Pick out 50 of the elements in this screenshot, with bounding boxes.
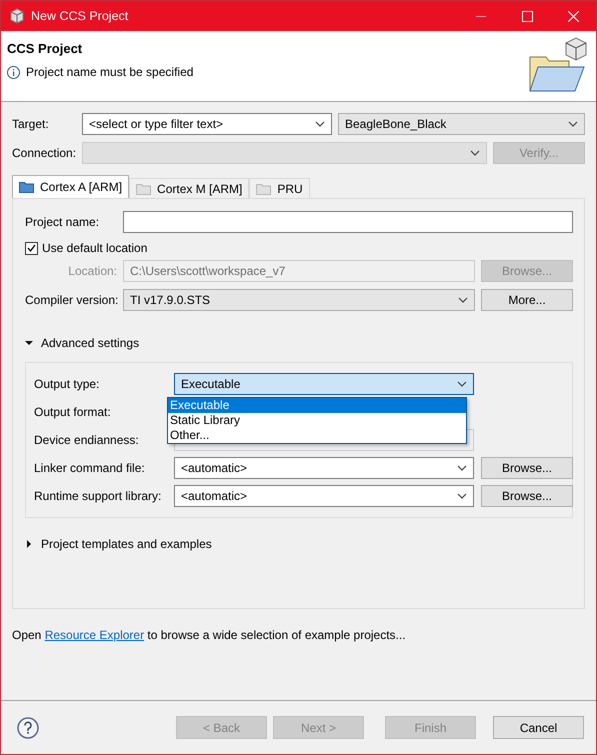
folder-icon	[136, 182, 152, 194]
help-icon[interactable]	[17, 716, 39, 738]
folder-icon	[19, 181, 34, 193]
target-filter-combo[interactable]: <select or type filter text>	[82, 113, 332, 135]
templates-toggle[interactable]: Project templates and examples	[25, 537, 573, 551]
board-combo[interactable]: BeagleBone_Black	[338, 113, 585, 135]
dropdown-field[interactable]: <automatic>	[174, 457, 474, 479]
dropdown-option[interactable]: Executable	[168, 398, 466, 413]
chevron-down-icon	[470, 150, 480, 156]
help-text: Open Resource Explorer to browse a wide selection of example projects...	[12, 628, 407, 642]
dialog-button[interactable]: Cancel	[493, 716, 584, 739]
location-label: Location:	[67, 264, 117, 278]
field-label: Output format:	[34, 405, 112, 419]
field-label: Linker command file:	[34, 461, 146, 475]
dropdown-field[interactable]: Executable	[174, 373, 474, 395]
chevron-down-icon	[457, 381, 467, 387]
chevron-down-icon	[568, 121, 578, 127]
maximize-icon	[522, 10, 532, 22]
target-label: Target:	[12, 117, 50, 131]
more-button[interactable]: More...	[481, 289, 573, 311]
chevron-down-icon	[457, 465, 467, 471]
advanced-settings-toggle[interactable]: Advanced settings	[25, 336, 573, 350]
folder-icon	[256, 182, 272, 194]
close-icon	[568, 10, 578, 22]
dropdown-option[interactable]: Other...	[168, 428, 466, 443]
tab[interactable]: Cortex M [ARM]	[129, 178, 250, 198]
browse-button[interactable]: Browse...	[481, 485, 573, 507]
field-label: Project name:	[25, 215, 100, 229]
compiler-combo[interactable]: TI v17.9.0.STS	[123, 289, 475, 311]
browse-button[interactable]: Browse...	[481, 457, 573, 479]
dropdown-option[interactable]: Static Library	[168, 413, 466, 428]
default-location-checkbox[interactable]: Use default location	[25, 241, 148, 255]
field-label: Output type:	[34, 377, 100, 391]
tab[interactable]: PRU	[249, 178, 310, 198]
resource-explorer-link[interactable]: Resource Explorer	[44, 628, 144, 642]
field-label: Compiler version:	[25, 293, 117, 307]
chevron-down-icon	[458, 297, 468, 303]
page-title: CCS Project	[7, 41, 84, 56]
project-name-input[interactable]	[123, 211, 573, 233]
chevron-down-icon	[457, 493, 467, 499]
window-title: New CCS Project	[31, 9, 128, 23]
cube-icon	[9, 8, 25, 24]
connection-label: Connection:	[12, 146, 76, 160]
field-label: Device endianness:	[34, 433, 140, 447]
chevron-down-icon	[315, 121, 325, 127]
dropdown-field[interactable]: <automatic>	[174, 485, 474, 507]
status-message: Project name must be specified	[26, 65, 194, 79]
tab[interactable]: Cortex A [ARM]	[12, 175, 130, 198]
field-label: Runtime support library:	[34, 489, 162, 503]
info-icon	[7, 66, 20, 78]
